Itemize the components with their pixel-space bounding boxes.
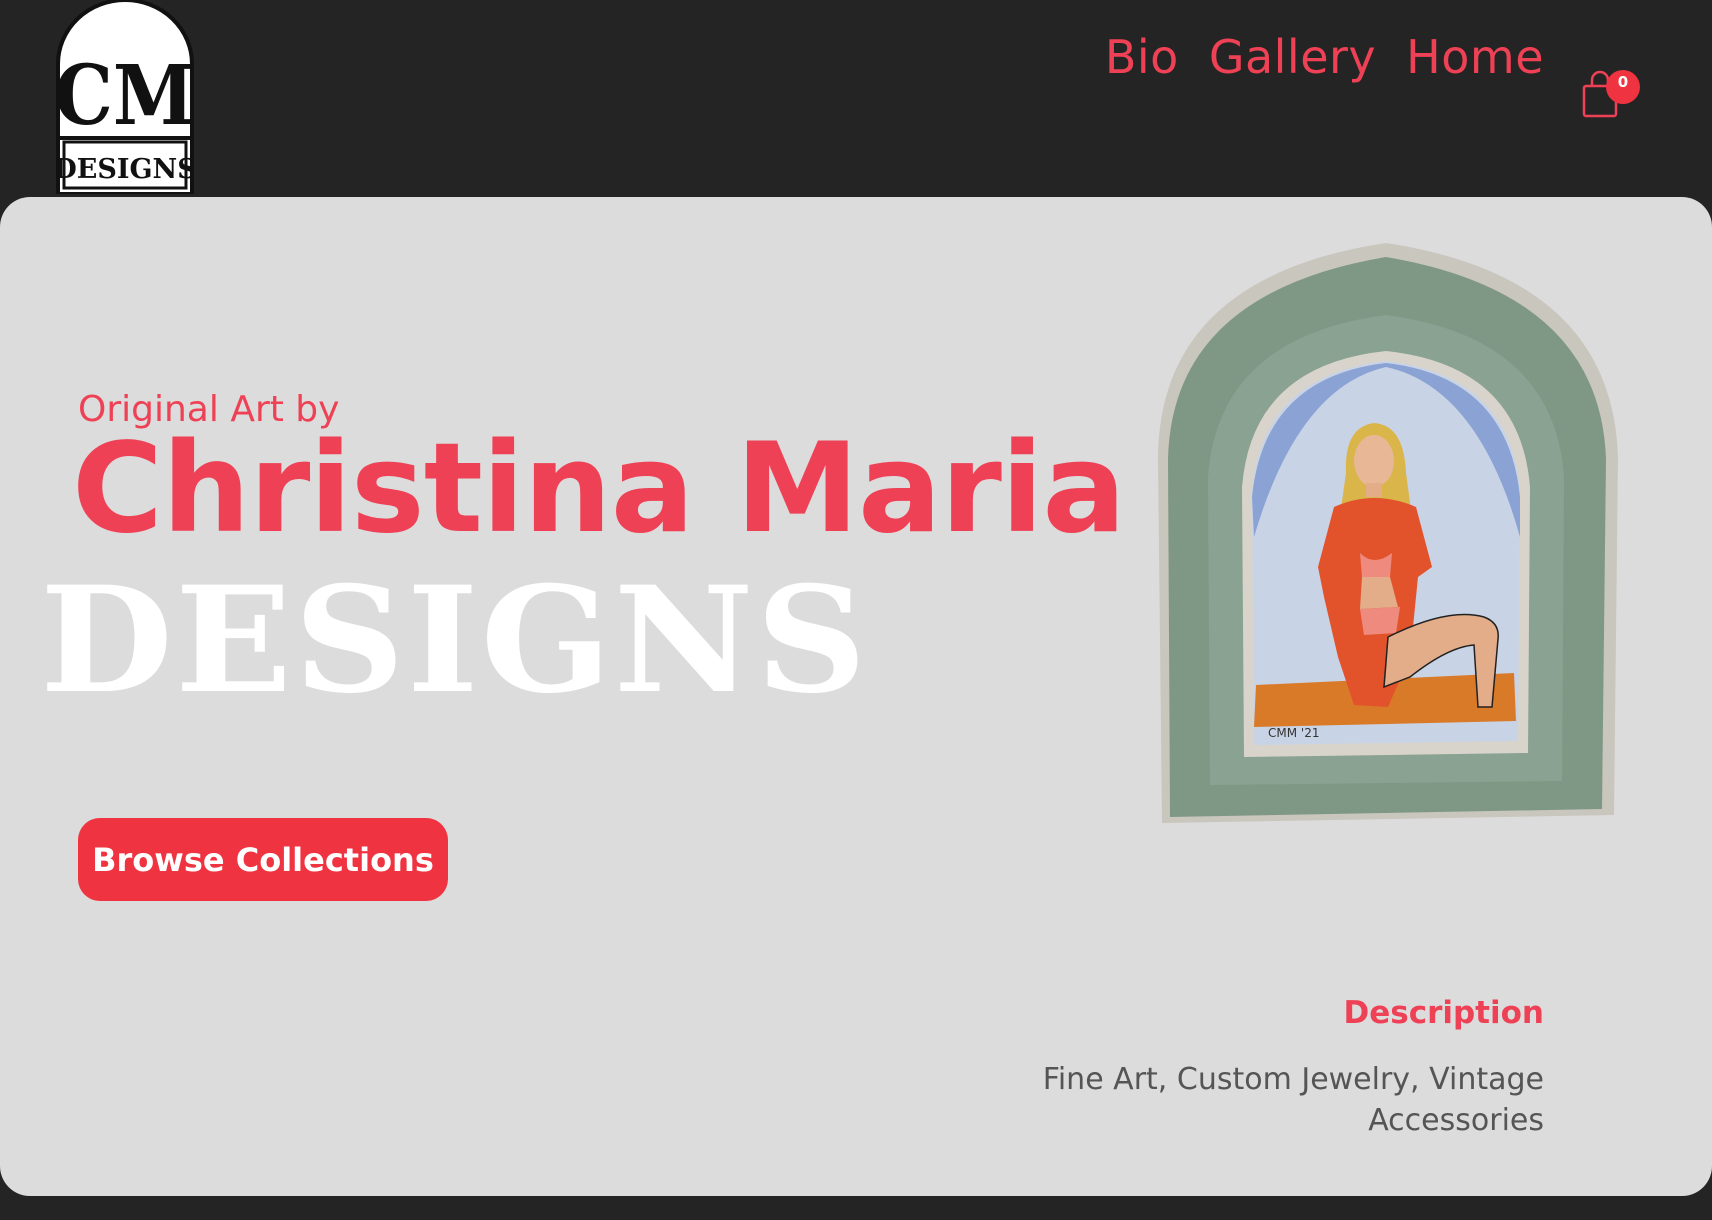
svg-text:CM: CM [56,48,194,144]
svg-text:CMM '21: CMM '21 [1268,726,1319,740]
description-text: Fine Art, Custom Jewelry, Vintage Access… [1042,1062,1544,1138]
logo[interactable]: CM DESIGNS [53,0,197,196]
main-nav: Bio Gallery Home [1105,30,1544,84]
logo-mark: CM DESIGNS [53,0,197,196]
nav-gallery-link[interactable]: Gallery [1209,30,1376,84]
nav-home-link[interactable]: Home [1406,30,1544,84]
cart-button[interactable]: 0 [1580,66,1640,126]
browse-collections-button[interactable]: Browse Collections [78,818,448,901]
hero-name: Christina Maria [72,417,1126,561]
featured-artwork-image: CMM '21 [1148,237,1624,833]
hero-section: Original Art by Christina Maria DESIGNS … [0,197,1712,1196]
nav-bio-link[interactable]: Bio [1105,30,1179,84]
page: CM DESIGNS Bio Gallery Home 0 Original A… [0,0,1712,1220]
description-title: Description [1343,995,1544,1031]
svg-text:DESIGNS: DESIGNS [56,154,194,185]
hero-designs-wordmark: DESIGNS [40,555,869,726]
cart-count-badge: 0 [1606,70,1640,104]
